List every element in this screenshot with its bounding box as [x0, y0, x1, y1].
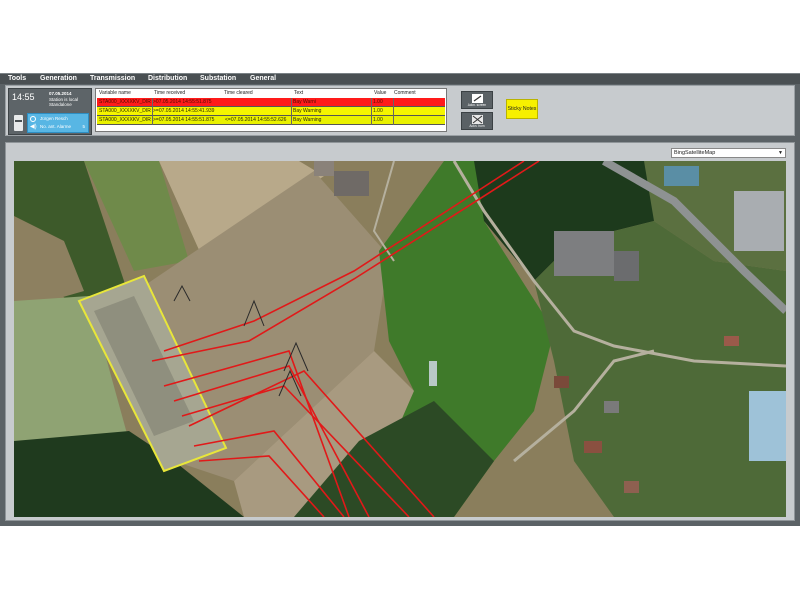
ack-horn-button[interactable]: Ackn. horn [461, 112, 493, 130]
column-divider [152, 107, 153, 116]
col-text[interactable]: Text [294, 90, 303, 96]
alarm-toolbar: 14:55 07.05.2014 Station is local Standa… [5, 85, 795, 136]
column-divider [393, 107, 394, 116]
device-icon[interactable] [14, 115, 23, 131]
user-icon [30, 116, 36, 122]
user-name: Jürgen Resch [40, 116, 68, 121]
alarm-text: Bay Warning [293, 108, 322, 114]
column-divider [393, 98, 394, 107]
col-comment[interactable]: Comment [394, 90, 416, 96]
clock-time: 14:55 [12, 92, 35, 102]
alarm-received: >=07.05.2014 14:55:51.875 [153, 117, 215, 123]
map-layer-select[interactable]: BingSatelliteMap ▼ [671, 148, 786, 158]
map-layer-value: BingSatelliteMap [674, 150, 716, 156]
alarm-value: 1.00 [373, 117, 383, 123]
col-time-cleared[interactable]: Time cleared [224, 90, 253, 96]
menu-general[interactable]: General [250, 74, 276, 84]
col-time-received[interactable]: Time received [154, 90, 185, 96]
alarm-value: 1.00 [373, 99, 383, 105]
column-divider [371, 116, 372, 125]
col-variable-name[interactable]: Variable name [99, 90, 131, 96]
menu-substation[interactable]: Substation [200, 74, 236, 84]
menu-transmission[interactable]: Transmission [90, 74, 135, 84]
column-divider [371, 107, 372, 116]
alarm-variable: STA000_XXXXKV_DIR [99, 117, 151, 123]
alarm-received: >=07.05.2014 14:55:41.939 [153, 108, 215, 114]
alarm-text: Bay Warning [293, 117, 322, 123]
column-divider [291, 116, 292, 125]
map-imagery [14, 161, 786, 517]
speaker-icon: ◀) [30, 124, 37, 130]
alarm-row[interactable]: STA000_XXXXKV_DIR >=07.05.2014 14:55:41.… [97, 107, 445, 116]
col-value[interactable]: Value [374, 90, 386, 96]
map-panel: BingSatelliteMap ▼ [5, 142, 795, 521]
chevron-down-icon: ▼ [778, 150, 783, 156]
station-standalone-text: Standalone [49, 102, 72, 107]
ack-horn-label: Ackn. horn [469, 124, 485, 128]
ack-alarm-count: 5 [82, 124, 85, 129]
alarm-row[interactable]: STA000_XXXXKV_DIR >=07.05.2014 14:55:51.… [97, 116, 445, 125]
alarm-row[interactable]: STA000_XXXXKV_DIR >07.05.2014 14:55:51.8… [97, 98, 445, 107]
column-divider [291, 98, 292, 107]
app-window: Tools Generation Transmission Distributi… [0, 73, 800, 526]
ack-alarm-label: No. ant. Alarme [40, 124, 72, 129]
ack-screen-button[interactable]: Ackn. screen [461, 91, 493, 109]
column-divider [152, 98, 153, 107]
user-box[interactable]: ◀) Jürgen Resch No. ant. Alarme 5 [27, 113, 89, 133]
sticky-notes-button[interactable]: Sticky Notes [506, 99, 538, 119]
clock-date: 07.05.2014 [49, 91, 72, 96]
clock-panel: 14:55 07.05.2014 Station is local Standa… [8, 88, 92, 135]
menu-generation[interactable]: Generation [40, 74, 77, 84]
alarm-variable: STA000_XXXXKV_DIR [99, 99, 151, 105]
column-divider [393, 116, 394, 125]
ack-screen-label: Ackn. screen [467, 103, 487, 107]
column-divider [291, 107, 292, 116]
satellite-map[interactable] [14, 161, 786, 517]
column-divider [371, 98, 372, 107]
alarm-variable: STA000_XXXXKV_DIR [99, 108, 151, 114]
alarm-value: 1.00 [373, 108, 383, 114]
alarm-text: Bay Warni [293, 99, 316, 105]
menu-bar: Tools Generation Transmission Distributi… [0, 73, 800, 84]
alarm-received: >07.05.2014 14:55:51.875 [153, 99, 212, 105]
menu-distribution[interactable]: Distribution [148, 74, 187, 84]
column-divider [152, 116, 153, 125]
menu-tools[interactable]: Tools [8, 74, 26, 84]
alarm-cleared: <=07.05.2014 14:55:52.626 [225, 117, 287, 123]
alarm-table: Variable name Time received Time cleared… [95, 88, 447, 132]
